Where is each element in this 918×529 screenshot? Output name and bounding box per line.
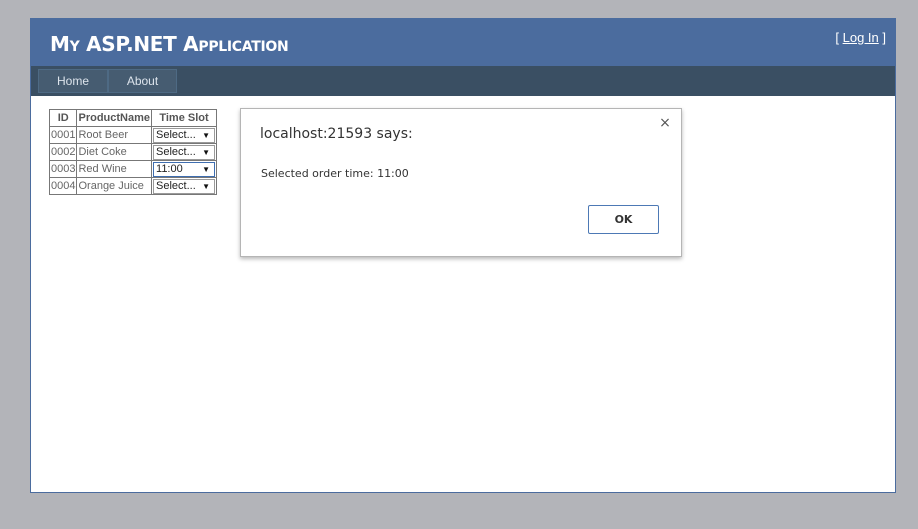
- column-header-time-slot: Time Slot: [151, 109, 218, 127]
- login-link[interactable]: Log In: [843, 30, 879, 45]
- ok-button[interactable]: OK: [588, 205, 659, 234]
- cell-product-name: Red Wine: [76, 160, 153, 178]
- table-row: 0004 Orange Juice Select... ▼: [48, 177, 218, 195]
- menu-item-home[interactable]: Home: [38, 69, 108, 93]
- cell-id: 0001: [48, 126, 78, 144]
- dialog-title: localhost:21593 says:: [260, 126, 413, 142]
- cell-time-slot: 11:00 ▼: [151, 160, 218, 178]
- table-row: 0001 Root Beer Select... ▼: [48, 126, 218, 144]
- site-header: My ASP.NET Application [ Log In ]: [31, 19, 895, 66]
- cell-product-name: Root Beer: [76, 126, 153, 144]
- time-slot-select[interactable]: Select... ▼: [153, 178, 216, 194]
- login-area: [ Log In ]: [835, 31, 886, 45]
- table-row: 0002 Diet Coke Select... ▼: [48, 143, 218, 161]
- dropdown-arrow-icon: ▼: [202, 164, 211, 174]
- nav-menu: Home About: [31, 66, 895, 96]
- dialog-message: Selected order time: 11:00: [261, 167, 409, 180]
- grid-header-row: ID ProductName Time Slot: [48, 109, 218, 127]
- cell-product-name: Diet Coke: [76, 143, 153, 161]
- time-slot-select[interactable]: Select... ▼: [153, 127, 216, 143]
- dropdown-arrow-icon: ▼: [202, 147, 211, 157]
- time-slot-value: Select...: [156, 128, 196, 141]
- table-row: 0003 Red Wine 11:00 ▼: [48, 160, 218, 178]
- dropdown-arrow-icon: ▼: [202, 130, 211, 140]
- menu-item-about[interactable]: About: [108, 69, 177, 93]
- time-slot-value: Select...: [156, 179, 196, 192]
- login-bracket-open: [: [835, 30, 843, 45]
- cell-id: 0004: [48, 177, 78, 195]
- products-grid: ID ProductName Time Slot 0001 Root Beer …: [48, 109, 218, 195]
- close-icon[interactable]: ×: [658, 115, 672, 131]
- cell-time-slot: Select... ▼: [151, 143, 218, 161]
- alert-dialog: localhost:21593 says: × Selected order t…: [240, 108, 682, 257]
- column-header-id: ID: [48, 109, 78, 127]
- time-slot-select[interactable]: Select... ▼: [153, 144, 216, 160]
- cell-product-name: Orange Juice: [76, 177, 153, 195]
- cell-id: 0003: [48, 160, 78, 178]
- column-header-productname: ProductName: [76, 109, 153, 127]
- cell-id: 0002: [48, 143, 78, 161]
- login-bracket-close: ]: [878, 30, 886, 45]
- dropdown-arrow-icon: ▼: [202, 181, 211, 191]
- time-slot-value: Select...: [156, 145, 196, 158]
- time-slot-value: 11:00: [156, 162, 183, 175]
- app-title: My ASP.NET Application: [50, 32, 289, 56]
- cell-time-slot: Select... ▼: [151, 177, 218, 195]
- time-slot-select[interactable]: 11:00 ▼: [153, 161, 216, 177]
- cell-time-slot: Select... ▼: [151, 126, 218, 144]
